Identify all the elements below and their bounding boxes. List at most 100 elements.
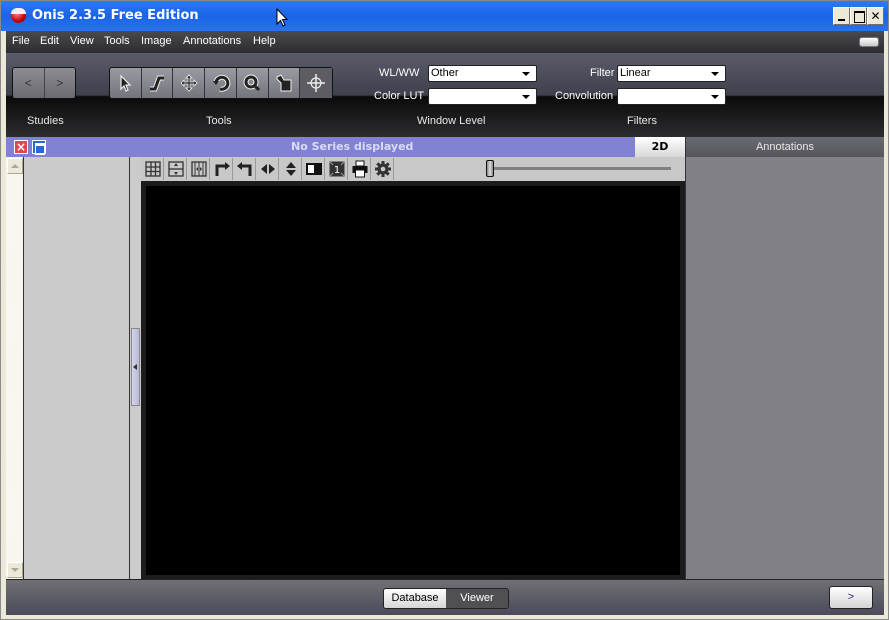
magnifier-icon [243, 74, 261, 92]
split-vertical-icon [190, 161, 207, 177]
flip-horizontal-icon [260, 164, 275, 174]
onis-app-icon [11, 8, 26, 23]
window-title: Onis 2.3.5 Free Edition [32, 8, 199, 23]
image-viewer [141, 181, 685, 579]
chevron-down-icon [522, 95, 530, 99]
window-level-tool-button[interactable] [142, 68, 174, 98]
menu-edit[interactable]: Edit [40, 35, 59, 47]
app-body: File Edit View Tools Image Annotations H… [6, 31, 884, 615]
close-icon: × [15, 140, 27, 154]
studies-caption: Studies [27, 115, 64, 127]
frame-slider-thumb[interactable] [486, 160, 494, 177]
frame-badge: 1 [333, 165, 339, 176]
mode-switch: Database Viewer [383, 588, 509, 609]
series-status-message: No Series displayed [291, 140, 414, 153]
expand-panel-button[interactable]: > [829, 586, 873, 609]
invert-button[interactable] [303, 158, 325, 180]
wlww-label: WL/WW [379, 67, 420, 79]
rotate-right-icon [215, 162, 230, 176]
flip-vertical-button[interactable] [280, 158, 302, 180]
close-series-button[interactable]: × [14, 140, 28, 154]
title-bar[interactable]: Onis 2.3.5 Free Edition ✕ [1, 1, 888, 31]
layout-grid-button[interactable] [142, 158, 164, 180]
invert-icon [305, 163, 322, 175]
frame-slider-track[interactable] [491, 167, 671, 170]
studies-list-panel[interactable] [24, 157, 130, 579]
studies-scrollbar[interactable] [6, 157, 24, 579]
settings-button[interactable] [372, 158, 394, 180]
series-layout-button[interactable] [32, 140, 46, 155]
menu-image[interactable]: Image [141, 35, 172, 47]
rotate-right-button[interactable] [211, 158, 233, 180]
main-toolbar: < > WL/WW Other Color LUT Filter Linear … [6, 53, 884, 137]
print-button[interactable] [349, 158, 371, 180]
frame-number-button[interactable]: 1 [326, 158, 348, 180]
frame-number-icon: 1 [329, 161, 344, 177]
settings-gear-icon [374, 161, 391, 177]
menu-tools[interactable]: Tools [104, 35, 130, 47]
filter-label: Filter [590, 67, 615, 79]
study-navigation: < > [12, 67, 76, 99]
menu-file[interactable]: File [12, 35, 30, 47]
scroll-down-button[interactable] [7, 562, 23, 578]
filter-select[interactable]: Linear [617, 65, 726, 82]
wlww-select[interactable]: Other [428, 65, 537, 82]
next-study-button[interactable]: > [45, 68, 76, 98]
database-mode-button[interactable]: Database [384, 589, 446, 608]
localize-icon [276, 74, 292, 92]
mouse-cursor-icon [276, 8, 288, 27]
color-lut-label: Color LUT [374, 90, 425, 102]
rotate-left-icon [236, 162, 251, 176]
tools-group [109, 67, 333, 99]
close-window-button[interactable]: ✕ [867, 7, 884, 25]
zoom-tool-button[interactable] [237, 68, 269, 98]
rotate-tool-button[interactable] [205, 68, 237, 98]
chevron-down-icon [522, 72, 530, 76]
tools-caption: Tools [206, 115, 232, 127]
crosshair-tool-button[interactable] [300, 68, 333, 98]
localize-tool-button[interactable] [269, 68, 301, 98]
previous-study-button[interactable]: < [13, 68, 45, 98]
panel-splitter[interactable] [130, 157, 141, 579]
app-window: Onis 2.3.5 Free Edition ✕ File Edit View… [0, 0, 889, 620]
arrow-pointer-icon [120, 74, 132, 92]
layout-grid-icon [144, 161, 161, 177]
wlww-value: Other [431, 67, 459, 79]
toolbar-toggle-button[interactable] [859, 37, 879, 47]
menu-bar: File Edit View Tools Image Annotations H… [6, 31, 884, 53]
split-vertical-button[interactable] [188, 158, 210, 180]
pointer-tool-button[interactable] [110, 68, 142, 98]
crosshair-icon [307, 74, 326, 92]
flip-vertical-icon [285, 162, 296, 176]
convolution-label: Convolution [555, 90, 614, 102]
image-canvas[interactable] [146, 186, 680, 575]
window-level-icon [150, 75, 165, 92]
annotations-panel[interactable] [685, 157, 884, 579]
rotate-icon [212, 74, 230, 92]
move-icon [180, 74, 198, 92]
menu-annotations[interactable]: Annotations [183, 35, 241, 47]
maximize-button[interactable] [850, 7, 867, 25]
convolution-select[interactable] [617, 88, 726, 105]
bottom-bar: Database Viewer > [6, 579, 884, 615]
menu-view[interactable]: View [70, 35, 94, 47]
collapse-panel-handle[interactable] [131, 328, 140, 406]
split-horizontal-button[interactable] [165, 158, 187, 180]
filters-caption: Filters [627, 115, 657, 127]
minimize-button[interactable] [833, 7, 850, 25]
chevron-down-icon [711, 95, 719, 99]
annotations-panel-title: Annotations [685, 137, 884, 157]
color-lut-select[interactable] [428, 88, 537, 105]
pan-tool-button[interactable] [173, 68, 206, 98]
flip-horizontal-button[interactable] [257, 158, 279, 180]
split-horizontal-icon [167, 161, 184, 177]
filter-value: Linear [620, 67, 651, 79]
viewer-mode-button[interactable]: Viewer [446, 589, 508, 608]
menu-help[interactable]: Help [253, 35, 276, 47]
tab-2d[interactable]: 2D [635, 137, 685, 157]
scroll-up-button[interactable] [7, 158, 23, 174]
print-icon [352, 160, 367, 178]
chevron-down-icon [711, 72, 719, 76]
series-bar: × No Series displayed [6, 137, 685, 157]
rotate-left-button[interactable] [234, 158, 256, 180]
